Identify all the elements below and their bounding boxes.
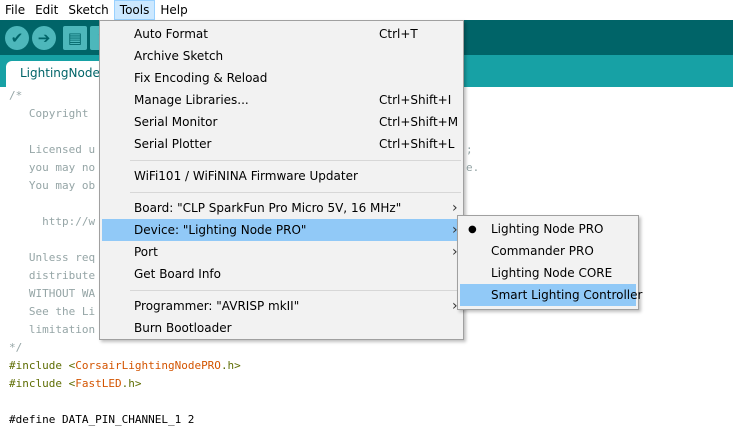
menu-item-shortcut: Ctrl+Shift+L [379,137,455,151]
device-option-smart-lighting-controller[interactable]: Smart Lighting Controller [460,284,642,306]
menu-item-label: Serial Monitor [134,115,218,129]
device-option-label: Lighting Node CORE [491,266,613,280]
menu-edit[interactable]: Edit [30,0,63,20]
menu-item-serial-plotter[interactable]: Serial Plotter Ctrl+Shift+L [102,133,461,155]
device-option-commander-pro[interactable]: Commander PRO [460,240,636,262]
tools-menu: Auto Format Ctrl+T Archive Sketch Fix Encod… [99,20,464,340]
code-line: Licensed u [9,143,96,156]
menu-item-serial-monitor[interactable]: Serial Monitor Ctrl+Shift+M [102,111,461,133]
menu-tools[interactable]: Tools [113,0,156,20]
menu-item-label: Get Board Info [134,267,221,281]
menu-item-label: Fix Encoding & Reload [134,71,268,85]
device-option-label: Commander PRO [491,244,594,258]
menu-item-label: Board: "CLP SparkFun Pro Micro 5V, 16 MH… [134,201,402,215]
menu-item-burn-bootloader[interactable]: Burn Bootloader [102,317,461,339]
device-option-label: Lighting Node PRO [491,222,604,236]
menu-help[interactable]: Help [155,0,192,20]
code-line: http://w [9,215,96,228]
menu-item-board-clp-sparkfun-pro-micro-5v-16-mhz[interactable]: Board: "CLP SparkFun Pro Micro 5V, 16 MH… [102,197,461,219]
menu-item-label: Auto Format [134,27,208,41]
code-line: #define DATA_PIN_CHANNEL_1 2 [9,413,195,426]
menu-item-wifi101-wifinina-firmware-updater[interactable]: WiFi101 / WiFiNINA Firmware Updater [102,165,461,187]
menu-separator [130,290,461,291]
device-submenu: ● Lighting Node PRO Commander PRO Lighting … [457,215,642,310]
code-line: */ [9,341,23,354]
code-line: distribute [9,269,96,282]
upload-icon[interactable]: ➔ [32,26,56,50]
menu-separator [130,192,461,193]
selected-bullet-icon: ● [468,223,477,235]
menu-item-label: Device: "Lighting Node PRO" [134,223,307,237]
menu-separator [130,160,461,161]
submenu-arrow-icon: › [452,200,458,216]
menu-item-auto-format[interactable]: Auto Format Ctrl+T [102,23,461,45]
code-line: #define DATA_PIN_CHANNEL_2 3 [9,429,194,433]
menu-bar: File Edit Sketch Tools Help [0,0,733,20]
code-line: You may ob [9,179,96,192]
menu-item-archive-sketch[interactable]: Archive Sketch [102,45,461,67]
code-fragment: e. [466,161,480,174]
device-option-label: Smart Lighting Controller [491,288,643,302]
menu-file[interactable]: File [0,0,30,20]
menu-item-port[interactable]: Port › [102,241,461,263]
menu-item-label: WiFi101 / WiFiNINA Firmware Updater [134,169,358,183]
menu-item-label: Port [134,245,158,259]
menu-item-shortcut: Ctrl+Shift+I [379,93,452,107]
code-line: /* [9,89,23,102]
device-option-lighting-node-core[interactable]: Lighting Node CORE [460,262,636,284]
code-line: #include <FastLED.h> [9,377,142,390]
verify-icon[interactable]: ✔ [5,26,29,50]
menu-item-fix-encoding-reload[interactable]: Fix Encoding & Reload [102,67,461,89]
code-line: WITHOUT WA [9,287,96,300]
code-line: limitation [9,323,96,336]
code-fragment: ; [466,143,473,156]
code-line: you may no [9,161,96,174]
menu-item-programmer-avrisp-mkii[interactable]: Programmer: "AVRISP mkII" › [102,295,461,317]
menu-item-shortcut: Ctrl+T [379,27,418,41]
code-line: #include <CorsairLightingNodePRO.h> [9,359,241,372]
menu-item-label: Manage Libraries... [134,93,249,107]
code-line: See the Li [9,305,96,318]
menu-item-label: Burn Bootloader [134,321,232,335]
code-line: Copyright [9,107,89,120]
menu-item-get-board-info[interactable]: Get Board Info [102,263,461,285]
new-sketch-icon[interactable]: ▤ [63,26,87,50]
menu-sketch[interactable]: Sketch [63,0,113,20]
menu-item-label: Archive Sketch [134,49,224,63]
menu-item-manage-libraries[interactable]: Manage Libraries... Ctrl+Shift+I [102,89,461,111]
menu-item-device-lighting-node-pro[interactable]: Device: "Lighting Node PRO" › [102,219,461,241]
device-option-lighting-node-pro[interactable]: ● Lighting Node PRO [460,218,636,240]
menu-item-shortcut: Ctrl+Shift+M [379,115,459,129]
code-line: Unless req [9,251,96,264]
menu-item-label: Programmer: "AVRISP mkII" [134,299,300,313]
menu-item-label: Serial Plotter [134,137,212,151]
